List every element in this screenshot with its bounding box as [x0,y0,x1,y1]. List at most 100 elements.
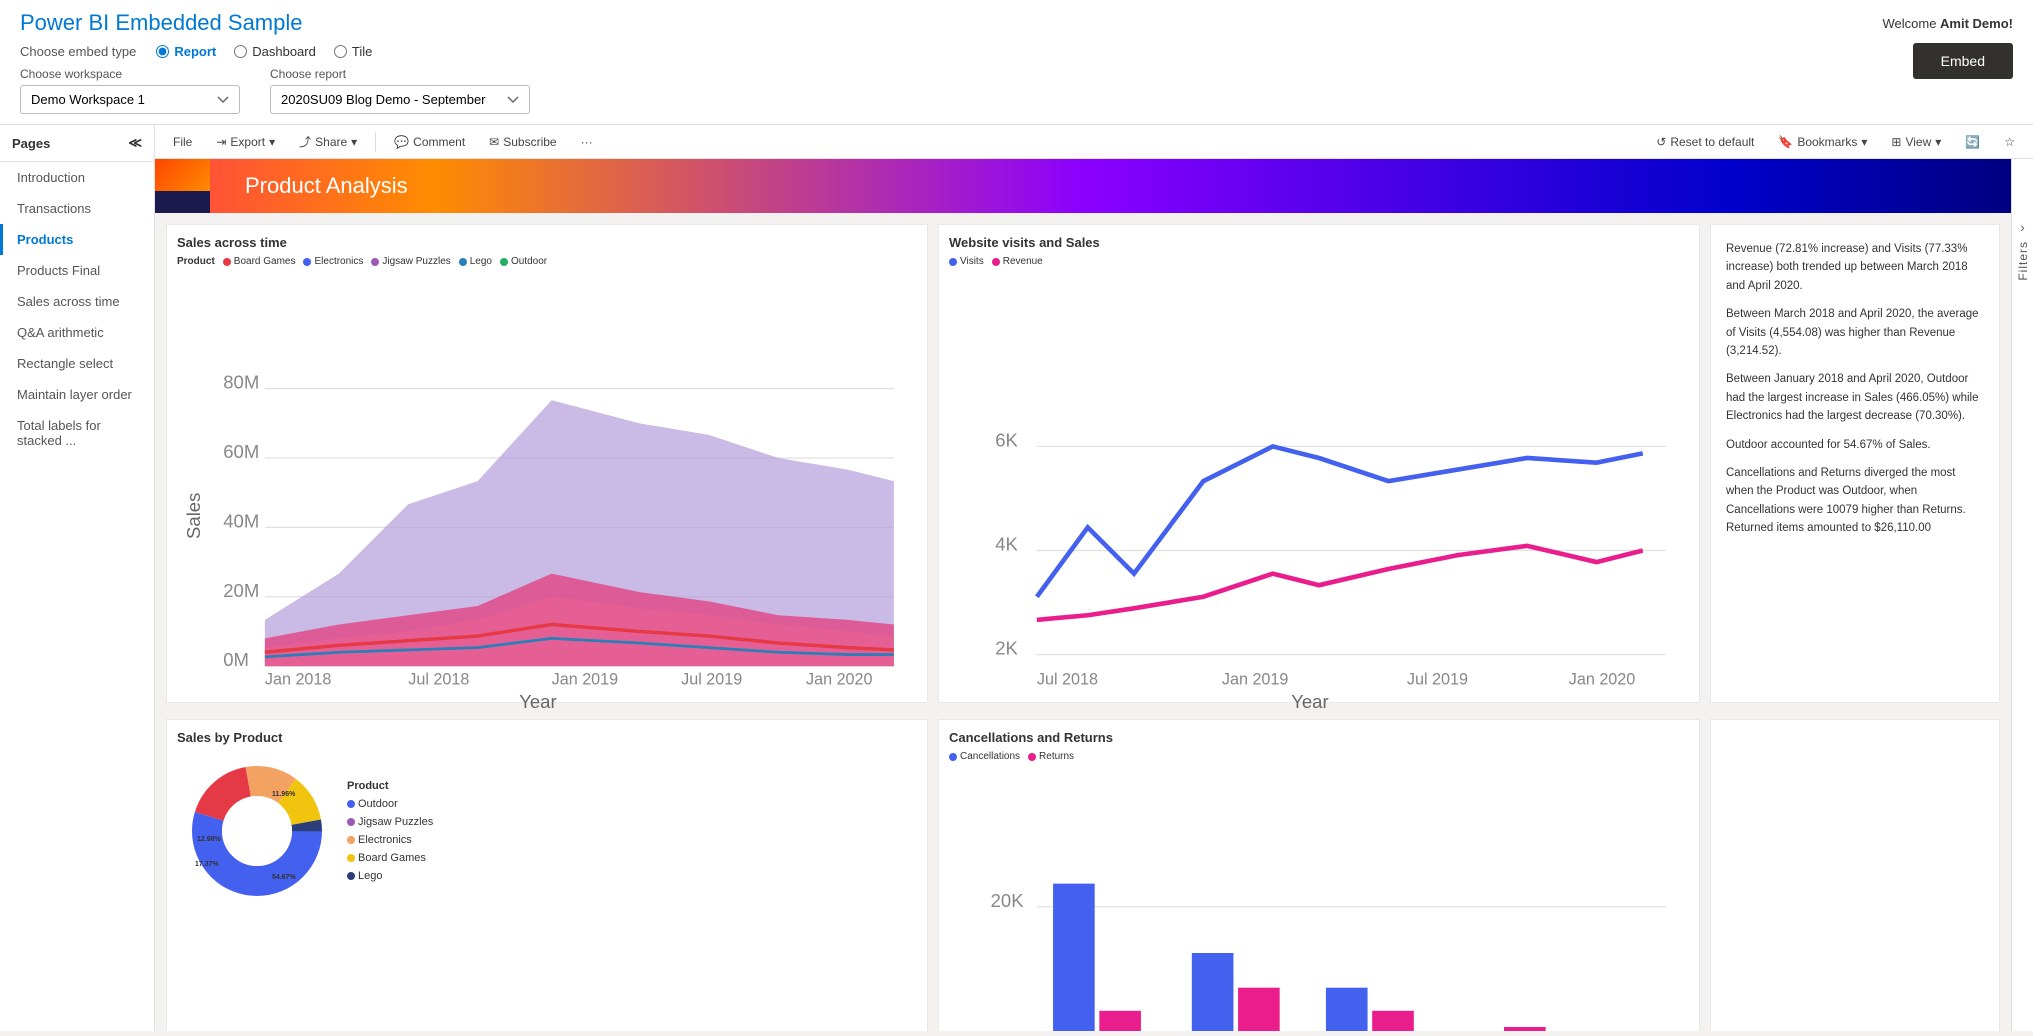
empty-panel [1710,719,2000,1031]
sidebar: Pages ≪ IntroductionTransactionsProducts… [0,125,155,1031]
report-select[interactable]: 2020SU09 Blog Demo - September [270,85,530,114]
svg-text:Jul 2018: Jul 2018 [408,671,469,689]
sidebar-page-item[interactable]: Rectangle select [0,348,154,379]
svg-text:Jan 2018: Jan 2018 [265,671,332,689]
star-icon: ☆ [2004,135,2015,149]
file-button[interactable]: File [167,131,198,153]
svg-text:2K: 2K [995,638,1018,659]
report-toolbar: File ⇥ Export ▾ ⤴ Share ▾ 💬 Comment ✉ Su… [155,125,2033,159]
sidebar-page-item[interactable]: Q&A arithmetic [0,317,154,348]
charts-top-grid: Sales across time Product Board Games El… [155,213,2011,714]
svg-text:Jul 2019: Jul 2019 [1407,671,1468,689]
legend-jigsaw: Jigsaw Puzzles [371,256,450,267]
pages-label: Pages [12,136,50,151]
sidebar-page-item[interactable]: Introduction [0,162,154,193]
legend-visits: Visits [949,256,984,267]
svg-text:11.96%: 11.96% [272,791,296,798]
bookmark-icon: 🔖 [1778,135,1793,149]
app-title: Power BI Embedded Sample [20,10,530,36]
cancel-svg: 0K 20K [949,768,1689,1031]
export-chevron: ▾ [269,135,275,149]
embed-type-group: Report Dashboard Tile [156,44,372,59]
filter-chevron-icon: › [2020,219,2025,235]
sidebar-page-item[interactable]: Maintain layer order [0,379,154,410]
svg-text:12.98%: 12.98% [197,836,222,843]
report-group: Choose report 2020SU09 Blog Demo - Septe… [270,67,530,114]
export-button[interactable]: ⇥ Export ▾ [210,131,281,153]
svg-text:4K: 4K [995,534,1018,555]
view-button[interactable]: ⊞ View ▾ [1885,131,1947,153]
more-button[interactable]: ··· [575,131,599,153]
svg-text:Jul 2019: Jul 2019 [681,671,742,689]
share-icon: ⤴ [299,133,311,150]
legend-electronics: Electronics [303,256,363,267]
cancel-legend: Cancellations Returns [949,751,1689,762]
svg-text:Year: Year [1291,691,1328,712]
main-layout: Pages ≪ IntroductionTransactionsProducts… [0,125,2033,1031]
share-button[interactable]: ⤴ Share ▾ [293,129,363,154]
subscribe-button[interactable]: ✉ Subscribe [483,131,562,153]
analysis-paragraph: Cancellations and Returns diverged the m… [1726,464,1984,538]
radio-tile[interactable]: Tile [334,44,372,59]
svg-text:Jul 2018: Jul 2018 [1037,671,1098,689]
refresh-icon: 🔄 [1965,135,1980,149]
sidebar-page-item[interactable]: Products [0,224,154,255]
donut-svg: 11.96% 12.98% 17.37% 54.67% [177,751,337,911]
export-icon: ⇥ [216,135,226,149]
svg-text:Year: Year [519,691,556,712]
svg-text:54.67%: 54.67% [272,874,297,881]
sidebar-page-item[interactable]: Products Final [0,255,154,286]
filters-panel[interactable]: › Filters [2011,159,2033,1031]
workspace-label: Choose workspace [20,67,240,81]
favorite-button[interactable]: ☆ [1998,131,2021,153]
content-area: File ⇥ Export ▾ ⤴ Share ▾ 💬 Comment ✉ Su… [155,125,2033,1031]
bookmarks-button[interactable]: 🔖 Bookmarks ▾ [1772,131,1873,153]
collapse-icon[interactable]: ≪ [128,135,142,151]
legend-revenue: Revenue [992,256,1043,267]
view-chevron: ▾ [1935,135,1941,149]
website-visits-chart: Website visits and Sales Visits Revenue [938,224,1700,703]
analysis-paragraph: Between January 2018 and April 2020, Out… [1726,370,1984,425]
embed-button[interactable]: Embed [1913,43,2013,79]
analysis-paragraph: Between March 2018 and April 2020, the a… [1726,305,1984,360]
svg-text:20M: 20M [223,580,259,601]
svg-text:17.37%: 17.37% [195,861,220,868]
view-icon: ⊞ [1891,135,1901,149]
charts-bottom-grid: Sales by Product [155,714,2011,1031]
sidebar-page-item[interactable]: Transactions [0,193,154,224]
svg-text:6K: 6K [995,429,1018,450]
sales-product-chart: Sales by Product [166,719,928,1031]
donut-container: 11.96% 12.98% 17.37% 54.67% Product Outd… [177,751,917,911]
analysis-panel: Revenue (72.81% increase) and Visits (77… [1710,224,2000,703]
report-label: Choose report [270,67,530,81]
svg-text:Jan 2020: Jan 2020 [1569,671,1636,689]
report-content: Product Analysis Sales across time Produ… [155,159,2033,1031]
sales-time-svg: 0M 20M 40M 60M 80M Sales [177,273,917,689]
refresh-button[interactable]: 🔄 [1959,131,1986,153]
radio-dashboard[interactable]: Dashboard [234,44,316,59]
svg-text:Jan 2019: Jan 2019 [552,671,619,689]
svg-text:Jan 2020: Jan 2020 [806,671,873,689]
legend-lego: Lego [459,256,492,267]
reset-button[interactable]: ↺ Reset to default [1650,131,1760,153]
radio-report[interactable]: Report [156,44,216,59]
product-banner: Product Analysis [155,159,2011,213]
reset-icon: ↺ [1656,135,1666,149]
toolbar-separator [375,132,376,152]
welcome-text: Welcome Amit Demo! [1882,16,2013,31]
svg-text:Sales: Sales [183,493,204,539]
bookmarks-chevron: ▾ [1861,135,1867,149]
svg-text:20K: 20K [991,890,1025,911]
comment-button[interactable]: 💬 Comment [388,131,471,153]
workspace-select[interactable]: Demo Workspace 1 [20,85,240,114]
analysis-text: Revenue (72.81% increase) and Visits (77… [1721,235,1989,552]
sidebar-page-item[interactable]: Sales across time [0,286,154,317]
workspace-group: Choose workspace Demo Workspace 1 [20,67,240,114]
comment-icon: 💬 [394,135,409,149]
sidebar-page-item[interactable]: Total labels for stacked ... [0,410,154,456]
analysis-paragraph: Outdoor accounted for 54.67% of Sales. [1726,436,1984,454]
svg-text:0M: 0M [223,649,249,670]
visits-legend: Visits Revenue [949,256,1689,267]
svg-text:40M: 40M [223,510,259,531]
visits-svg: 2K 4K 6K Jul 2018 Jan 2019 Jul 2019 Jan … [949,273,1689,689]
